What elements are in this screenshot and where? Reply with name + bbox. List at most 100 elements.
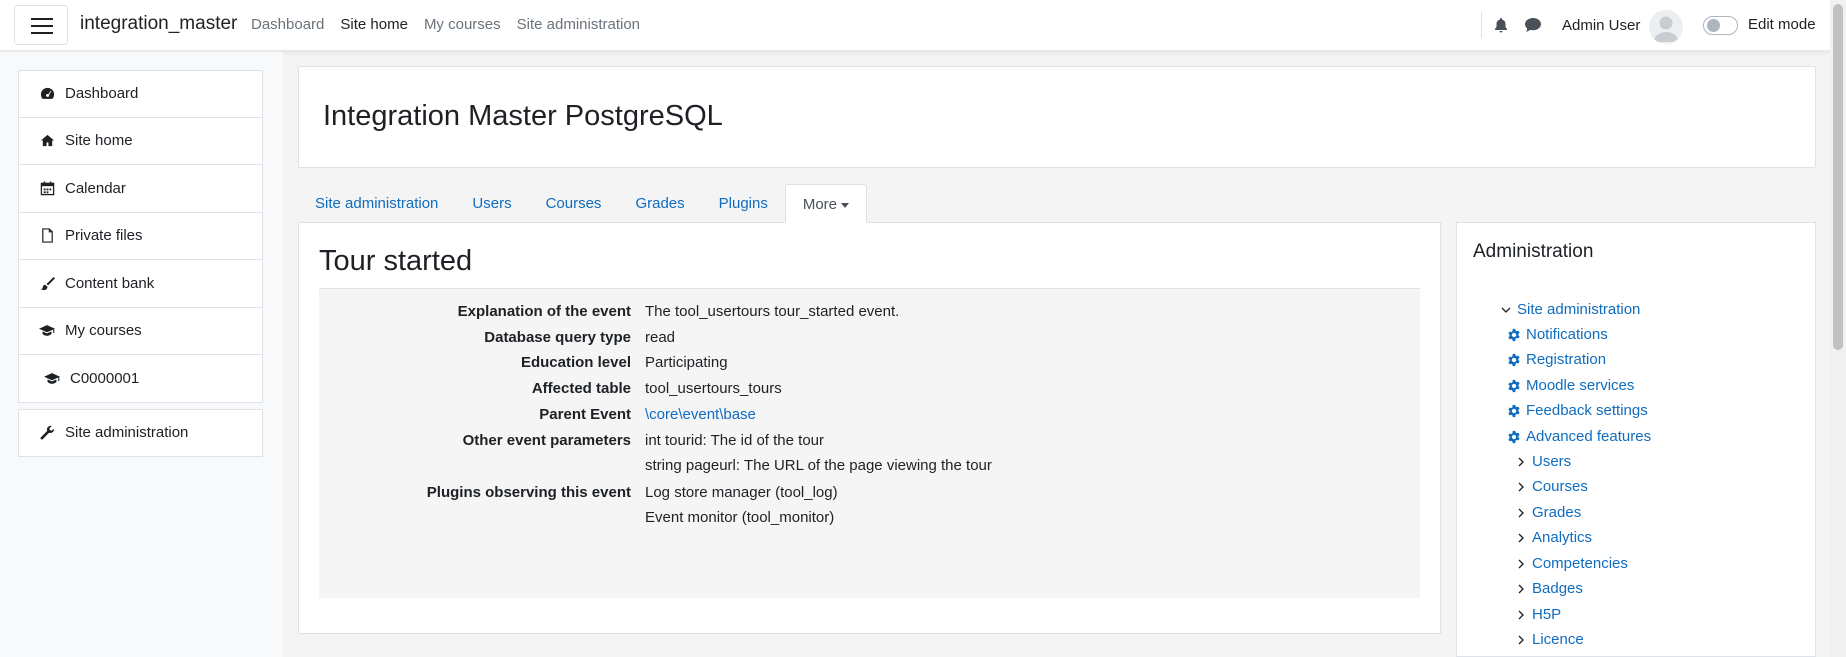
edit-mode-toggle[interactable] xyxy=(1703,16,1738,35)
chevron-right-icon xyxy=(1518,635,1524,644)
page-title: Integration Master PostgreSQL xyxy=(323,100,723,132)
info-key: Affected table xyxy=(531,380,631,397)
chevron-right-icon xyxy=(1518,508,1524,517)
tree-label: Advanced features xyxy=(1526,428,1652,445)
user-avatar[interactable] xyxy=(1649,10,1683,44)
avatar-silhouette-icon xyxy=(1653,16,1679,42)
tab-plugins[interactable]: Plugins xyxy=(702,184,785,223)
event-title: Tour started xyxy=(319,245,473,277)
tree-label: Feedback settings xyxy=(1526,402,1648,419)
nav-dashboard[interactable]: Dashboard xyxy=(251,16,324,33)
left-nav-label: Calendar xyxy=(65,179,126,197)
info-value: The tool_usertours tour_started event. xyxy=(645,303,900,320)
hamburger-line xyxy=(31,25,53,27)
tree-label: Badges xyxy=(1532,580,1583,597)
info-value: string pageurl: The URL of the page view… xyxy=(645,457,992,474)
hamburger-line xyxy=(31,18,53,20)
chevron-right-icon xyxy=(1518,559,1524,568)
left-nav-private-files[interactable]: Private files xyxy=(18,212,263,260)
tab-users[interactable]: Users xyxy=(455,184,528,223)
chevron-down-icon xyxy=(1501,307,1511,313)
info-key: Parent Event xyxy=(539,406,631,423)
file-icon xyxy=(39,228,55,244)
tree-registration[interactable]: Registration xyxy=(1507,351,1606,368)
tab-courses[interactable]: Courses xyxy=(529,184,619,223)
left-nav-label: Private files xyxy=(65,227,143,245)
left-nav-calendar[interactable]: Calendar xyxy=(18,165,263,213)
left-nav-label: Site administration xyxy=(65,424,189,442)
tree-label: Licence xyxy=(1532,631,1584,648)
gear-icon xyxy=(1508,379,1520,392)
bell-icon[interactable] xyxy=(1493,17,1509,33)
top-navbar: integration_master Dashboard Site home M… xyxy=(0,0,1830,51)
tree-competencies[interactable]: Competencies xyxy=(1516,555,1628,572)
nav-site-administration[interactable]: Site administration xyxy=(517,16,640,33)
edit-mode-label: Edit mode xyxy=(1748,16,1816,33)
tab-grades[interactable]: Grades xyxy=(618,184,701,223)
page-header: Integration Master PostgreSQL xyxy=(298,66,1816,168)
nav-my-courses[interactable]: My courses xyxy=(424,16,501,33)
gear-icon xyxy=(1508,404,1520,417)
tree-notifications[interactable]: Notifications xyxy=(1507,326,1608,343)
tree-label: Registration xyxy=(1526,351,1607,368)
tree-analytics[interactable]: Analytics xyxy=(1516,529,1592,546)
chevron-right-icon xyxy=(1518,533,1524,542)
drawer-toggle-button[interactable] xyxy=(14,5,68,45)
tree-badges[interactable]: Badges xyxy=(1516,580,1583,597)
info-key: Plugins observing this event xyxy=(426,484,631,501)
tree-label: H5P xyxy=(1532,606,1562,623)
gear-icon xyxy=(1508,353,1520,366)
tree-advanced-features[interactable]: Advanced features xyxy=(1507,428,1651,445)
left-nav-my-courses[interactable]: My courses xyxy=(18,307,263,355)
tree-grades[interactable]: Grades xyxy=(1516,504,1581,521)
tree-moodle-services[interactable]: Moodle services xyxy=(1507,377,1634,394)
nav-site-home[interactable]: Site home xyxy=(340,16,408,33)
tree-licence[interactable]: Licence xyxy=(1516,631,1584,648)
chat-icon[interactable] xyxy=(1524,17,1542,33)
navbar-divider xyxy=(1481,12,1482,38)
home-icon xyxy=(39,133,55,149)
site-brand[interactable]: integration_master xyxy=(80,13,237,35)
graduation-cap-icon xyxy=(44,370,60,386)
left-nav-content-bank[interactable]: Content bank xyxy=(18,260,263,308)
left-nav-label: Content bank xyxy=(65,274,155,292)
info-key: Other event parameters xyxy=(462,432,631,449)
left-nav-label: C0000001 xyxy=(70,369,140,387)
info-value: Participating xyxy=(645,354,728,371)
administration-block: Administration Site administration Notif… xyxy=(1456,222,1816,657)
left-nav-course-c0000001[interactable]: C0000001 xyxy=(18,355,263,403)
user-name[interactable]: Admin User xyxy=(1562,17,1640,34)
tab-site-administration[interactable]: Site administration xyxy=(298,184,455,223)
tree-label: Competencies xyxy=(1532,555,1628,572)
tree-users[interactable]: Users xyxy=(1516,453,1571,470)
info-value: Event monitor (tool_monitor) xyxy=(645,509,835,526)
wrench-icon xyxy=(39,425,55,441)
left-nav-site-home[interactable]: Site home xyxy=(18,117,263,165)
parent-event-link[interactable]: \core\event\base xyxy=(645,406,756,423)
chevron-right-icon xyxy=(1518,610,1524,619)
info-value: int tourid: The id of the tour xyxy=(645,432,824,449)
gear-icon xyxy=(1508,328,1520,341)
tree-feedback-settings[interactable]: Feedback settings xyxy=(1507,402,1648,419)
info-value: tool_usertours_tours xyxy=(645,380,782,397)
scrollbar-thumb[interactable] xyxy=(1833,4,1843,350)
tree-site-administration[interactable]: Site administration xyxy=(1501,301,1640,318)
chevron-right-icon xyxy=(1518,457,1524,466)
left-nav-site-administration[interactable]: Site administration xyxy=(18,409,263,457)
page-scrollbar[interactable] xyxy=(1830,0,1846,657)
dashboard-icon xyxy=(39,86,55,102)
tree-courses[interactable]: Courses xyxy=(1516,478,1588,495)
info-value: Log store manager (tool_log) xyxy=(645,484,838,501)
tree-label: Analytics xyxy=(1532,529,1593,546)
secondary-navigation-tabs: Site administration Users Courses Grades… xyxy=(298,184,868,223)
calendar-icon xyxy=(39,180,55,196)
primary-navigation: Dashboard Site home My courses Site admi… xyxy=(251,16,640,33)
tree-h5p[interactable]: H5P xyxy=(1516,606,1561,623)
hamburger-line xyxy=(31,32,53,34)
administration-block-title: Administration xyxy=(1473,241,1594,262)
graduation-cap-icon xyxy=(39,323,55,339)
event-info-box: Explanation of the event The tool_userto… xyxy=(319,288,1420,598)
info-row: string pageurl: The URL of the page view… xyxy=(319,457,1420,487)
left-nav-dashboard[interactable]: Dashboard xyxy=(18,70,263,118)
tab-more[interactable]: More xyxy=(784,184,868,223)
